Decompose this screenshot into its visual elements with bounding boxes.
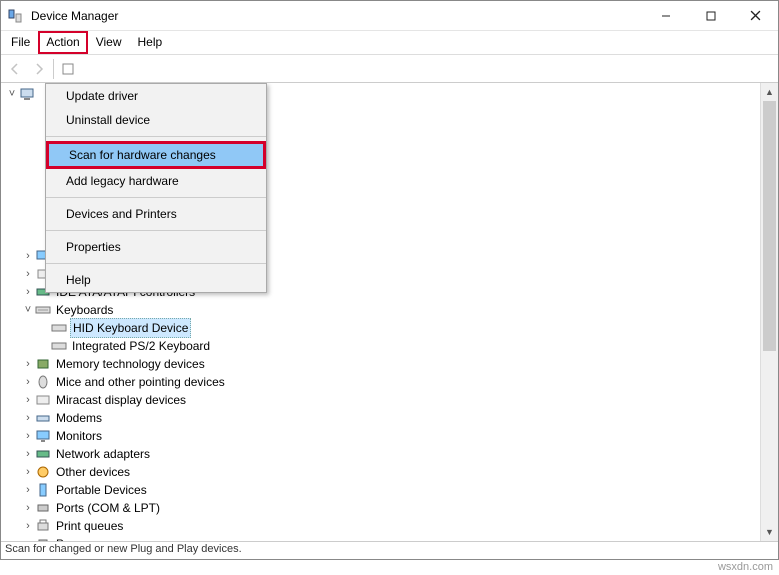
tree-node-network[interactable]: › Network adapters xyxy=(5,445,760,463)
scroll-up-arrow[interactable]: ▲ xyxy=(761,83,778,101)
expand-toggle[interactable]: › xyxy=(21,283,35,301)
expand-toggle[interactable]: › xyxy=(21,499,35,517)
maximize-button[interactable] xyxy=(688,1,733,31)
watermark: wsxdn.com xyxy=(718,561,773,573)
tree-label: Mice and other pointing devices xyxy=(54,373,227,391)
tree-node-portable[interactable]: › Portable Devices xyxy=(5,481,760,499)
expand-toggle[interactable]: › xyxy=(21,247,35,265)
expand-toggle[interactable]: › xyxy=(21,373,35,391)
titlebar: Device Manager xyxy=(1,1,778,31)
expand-toggle[interactable]: › xyxy=(21,445,35,463)
menu-add-legacy-hardware[interactable]: Add legacy hardware xyxy=(46,169,266,193)
window-controls xyxy=(643,1,778,31)
tree-node-mice[interactable]: › Mice and other pointing devices xyxy=(5,373,760,391)
tree-label: Print queues xyxy=(54,517,125,535)
menu-uninstall-device[interactable]: Uninstall device xyxy=(46,108,266,132)
keyboard-icon xyxy=(51,320,67,336)
menu-scan-hardware-changes[interactable]: Scan for hardware changes xyxy=(46,141,266,169)
toolbar-icon-1[interactable] xyxy=(56,57,80,81)
tree-label: Other devices xyxy=(54,463,132,481)
tree-label: Network adapters xyxy=(54,445,152,463)
keyboard-icon xyxy=(51,338,67,354)
tree-node-print-queues[interactable]: › Print queues xyxy=(5,517,760,535)
tree-node-memory-tech[interactable]: › Memory technology devices xyxy=(5,355,760,373)
client-area: ˅ › Display adapters › Human Interface D… xyxy=(1,83,778,541)
expand-toggle[interactable]: › xyxy=(21,265,35,283)
cpu-icon xyxy=(35,536,51,541)
menu-properties[interactable]: Properties xyxy=(46,235,266,259)
portable-icon xyxy=(35,482,51,498)
back-button[interactable] xyxy=(3,57,27,81)
monitor-icon xyxy=(35,428,51,444)
expand-toggle[interactable]: › xyxy=(21,355,35,373)
menu-separator xyxy=(46,136,266,137)
miracast-icon xyxy=(35,392,51,408)
expand-toggle[interactable]: › xyxy=(21,517,35,535)
toolbar xyxy=(1,55,778,83)
menu-update-driver[interactable]: Update driver xyxy=(46,84,266,108)
minimize-button[interactable] xyxy=(643,1,688,31)
expand-toggle[interactable]: › xyxy=(21,391,35,409)
expand-toggle[interactable]: › xyxy=(21,463,35,481)
scroll-down-arrow[interactable]: ▼ xyxy=(761,523,778,541)
network-icon xyxy=(35,446,51,462)
expand-toggle[interactable]: › xyxy=(21,409,35,427)
modem-icon xyxy=(35,410,51,426)
tree-node-ps2-keyboard[interactable]: Integrated PS/2 Keyboard xyxy=(5,337,760,355)
tree-node-hid-keyboard[interactable]: HID Keyboard Device xyxy=(5,319,760,337)
tree-label: Processors xyxy=(54,535,118,541)
toolbar-separator xyxy=(53,59,54,79)
expand-toggle[interactable]: › xyxy=(21,481,35,499)
vertical-scrollbar[interactable]: ▲ ▼ xyxy=(760,83,778,541)
menu-help[interactable]: Help xyxy=(130,31,171,54)
expand-toggle[interactable]: ˅ xyxy=(21,301,35,319)
scroll-thumb[interactable] xyxy=(763,101,776,351)
tree-label: Modems xyxy=(54,409,104,427)
tree-label: Miracast display devices xyxy=(54,391,188,409)
tree-node-processors[interactable]: › Processors xyxy=(5,535,760,541)
tree-label: Monitors xyxy=(54,427,104,445)
mouse-icon xyxy=(35,374,51,390)
computer-icon xyxy=(19,86,35,102)
menu-devices-and-printers[interactable]: Devices and Printers xyxy=(46,202,266,226)
close-button[interactable] xyxy=(733,1,778,31)
tree-label: Portable Devices xyxy=(54,481,149,499)
tree-label-selected: HID Keyboard Device xyxy=(70,318,191,338)
tree-label: Integrated PS/2 Keyboard xyxy=(70,337,212,355)
window-title: Device Manager xyxy=(29,9,643,23)
menu-label: Scan for hardware changes xyxy=(69,146,216,164)
app-icon xyxy=(7,8,23,24)
expand-toggle[interactable]: › xyxy=(21,535,35,541)
menu-separator xyxy=(46,197,266,198)
menu-view[interactable]: View xyxy=(88,31,130,54)
menu-separator xyxy=(46,230,266,231)
chip-icon xyxy=(35,356,51,372)
menu-file[interactable]: File xyxy=(3,31,38,54)
forward-button[interactable] xyxy=(27,57,51,81)
tree-node-keyboards[interactable]: ˅ Keyboards xyxy=(5,301,760,319)
tree-node-miracast[interactable]: › Miracast display devices xyxy=(5,391,760,409)
menubar: File Action View Help xyxy=(1,31,778,55)
menu-action[interactable]: Action xyxy=(38,31,87,54)
other-icon xyxy=(35,464,51,480)
tree-node-modems[interactable]: › Modems xyxy=(5,409,760,427)
port-icon xyxy=(35,500,51,516)
menu-help[interactable]: Help xyxy=(46,268,266,292)
window-frame: Device Manager File Action View Help xyxy=(0,0,779,560)
tree-label: Keyboards xyxy=(54,301,115,319)
tree-node-monitors[interactable]: › Monitors xyxy=(5,427,760,445)
expand-toggle[interactable]: ˅ xyxy=(5,85,19,103)
menu-separator xyxy=(46,263,266,264)
expand-toggle[interactable]: › xyxy=(21,427,35,445)
tree-label: Ports (COM & LPT) xyxy=(54,499,162,517)
printer-icon xyxy=(35,518,51,534)
keyboard-icon xyxy=(35,302,51,318)
status-text: Scan for changed or new Plug and Play de… xyxy=(5,543,242,555)
tree-node-ports[interactable]: › Ports (COM & LPT) xyxy=(5,499,760,517)
tree-label: Memory technology devices xyxy=(54,355,207,373)
tree-node-other[interactable]: › Other devices xyxy=(5,463,760,481)
action-menu-dropdown: Update driver Uninstall device Scan for … xyxy=(45,83,267,293)
status-bar: Scan for changed or new Plug and Play de… xyxy=(1,541,778,559)
